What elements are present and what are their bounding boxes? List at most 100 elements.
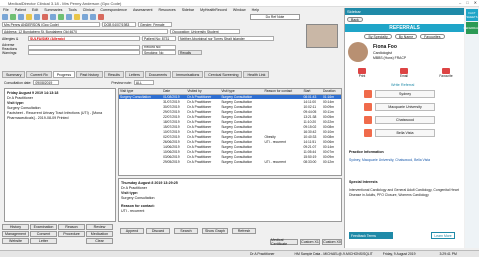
- tab-documents[interactable]: Documents: [144, 71, 172, 78]
- menu-summaries[interactable]: Summaries: [44, 8, 62, 12]
- tab-past-history[interactable]: Past history: [76, 71, 103, 78]
- feedback-terms-link[interactable]: Feedback Terms: [349, 232, 393, 239]
- selected-note-visit-value: Surgery Consultation: [121, 196, 155, 200]
- appointment-book-icon[interactable]: [26, 14, 32, 20]
- print-action[interactable]: Print: [355, 68, 369, 78]
- close-icon[interactable]: ✕: [474, 0, 477, 5]
- allergies-field[interactable]: SULFA/SMX (Allergic): [28, 36, 140, 41]
- tab-favourites[interactable]: Favourites: [420, 34, 445, 39]
- email-action[interactable]: Email: [397, 68, 411, 78]
- referrals-tab[interactable]: REFERRALS: [464, 22, 479, 34]
- warnings-field[interactable]: [28, 50, 140, 55]
- favourite-action[interactable]: Favourite: [439, 68, 453, 78]
- menu-sidebar[interactable]: Sidebar: [182, 8, 194, 12]
- help-icon[interactable]: [98, 14, 104, 20]
- menu-edit[interactable]: Edit: [32, 8, 38, 12]
- write-referral-chatswood[interactable]: Chatswood: [364, 116, 435, 124]
- consultation-bar: Consultation date: 09/08/2019 Preview no…: [4, 80, 154, 85]
- tab-current-rx[interactable]: Current Rx: [26, 71, 52, 78]
- doctor-role: Cardiologist: [373, 51, 392, 55]
- practice-links[interactable]: Sydney, Macquarie University, Chatswood,…: [349, 158, 459, 163]
- reason-button[interactable]: Reason: [58, 224, 85, 230]
- pathology-icon[interactable]: [42, 14, 48, 20]
- menu-tools[interactable]: Tools: [68, 8, 76, 12]
- new-patient-icon[interactable]: [10, 14, 16, 20]
- tab-summary[interactable]: Summary: [2, 71, 26, 78]
- fact-sheets-tab[interactable]: FACT SHEETS: [466, 9, 478, 21]
- custom-x0-button[interactable]: Custom X0: [322, 239, 342, 245]
- maximize-icon[interactable]: □: [466, 0, 468, 5]
- menu-correspondence[interactable]: Correspondence: [100, 8, 127, 12]
- current-note-editor[interactable]: Friday August 9 2019 14:13:18 Dr A Pract…: [4, 88, 116, 222]
- minimize-icon[interactable]: –: [459, 0, 461, 5]
- referrals-title: REFERRALS: [345, 24, 464, 32]
- tab-results[interactable]: Results: [103, 71, 124, 78]
- tab-by-name[interactable]: By Name: [394, 34, 418, 39]
- menu-window[interactable]: Window: [233, 8, 246, 12]
- reactions-field[interactable]: [28, 44, 140, 50]
- table-cell: 00:12m: [322, 159, 334, 164]
- management-button[interactable]: Management: [2, 231, 29, 237]
- recalls-button[interactable]: Recalls: [178, 50, 202, 55]
- selected-visit-note: Thursday August 8 2019 13:29:25 Dr A Pra…: [118, 178, 342, 222]
- menu-myhealthrecord[interactable]: MyHealthRecord: [200, 8, 227, 12]
- examination-button[interactable]: Examination: [30, 224, 57, 230]
- consent-button[interactable]: Consent: [30, 231, 57, 237]
- status-time: 3:29:41 PM: [439, 252, 457, 256]
- prescription-icon[interactable]: [34, 14, 40, 20]
- discard-button[interactable]: Discard: [146, 228, 170, 234]
- tab-letters[interactable]: Letters: [124, 71, 144, 78]
- menu-help[interactable]: Help: [252, 8, 259, 12]
- table-cell: Surgery Consultation: [221, 159, 253, 164]
- doctor-qualifications: MBBS (Hons) FRACP: [373, 56, 407, 60]
- menu-clinical[interactable]: Clinical: [83, 8, 95, 12]
- ethnicity-field: Neither Aboriginal nor Torres Strait Isl…: [178, 36, 274, 41]
- menu-patient[interactable]: Patient: [15, 8, 26, 12]
- write-referral-sydney[interactable]: Sydney: [364, 90, 435, 98]
- calculator-icon[interactable]: [90, 14, 96, 20]
- tab-immunisations[interactable]: Immunisations: [172, 71, 204, 78]
- table-row[interactable]: 29/05/2019 Dr A Practitioner Surgery Consu…: [119, 159, 341, 164]
- patient-name-field[interactable]: Mrs Penny ANDERSON (Gpo Code): [2, 22, 100, 27]
- waiting-room-icon[interactable]: [18, 14, 24, 20]
- clear-button[interactable]: Clear: [86, 238, 113, 244]
- menu-resources[interactable]: Resources: [159, 8, 176, 12]
- write-referral-sydney-label: Sydney: [399, 92, 411, 96]
- patient-details: Mrs Penny ANDERSON (Gpo Code) DOB 04/07/…: [2, 22, 340, 64]
- website-button[interactable]: Website: [2, 238, 29, 244]
- medical-certificate-button[interactable]: Medical Certificate: [270, 238, 298, 246]
- window-title: MedicalDirector Clinical 3.18 - Mrs Penn…: [8, 0, 122, 6]
- back-button[interactable]: Back: [347, 17, 363, 22]
- menu-file[interactable]: File: [3, 8, 9, 12]
- tab-progress[interactable]: Progress: [52, 71, 76, 78]
- open-patient-icon[interactable]: [2, 14, 8, 20]
- practice-info-heading: Practice Information: [349, 150, 384, 154]
- letter-button[interactable]: Letter: [30, 238, 57, 244]
- table-cell: 29/05/2019: [163, 159, 180, 164]
- tab-health-link[interactable]: Health Link: [243, 71, 270, 78]
- inbox-icon[interactable]: [66, 14, 72, 20]
- review-button[interactable]: Review: [86, 224, 113, 230]
- write-referral-macquarie[interactable]: Macquarie University: [364, 103, 435, 111]
- radiology-icon[interactable]: [50, 14, 56, 20]
- refresh-button[interactable]: Refresh: [232, 228, 256, 234]
- ref-note-button[interactable]: Do Ref Note: [250, 14, 300, 20]
- menu-assessment[interactable]: Assessment: [133, 8, 153, 12]
- medication-button[interactable]: Medication: [86, 231, 113, 237]
- letter-icon[interactable]: [58, 14, 64, 20]
- tab-cervical-screening[interactable]: Cervical Screening: [204, 71, 243, 78]
- tab-by-specialty[interactable]: By Specialty: [364, 34, 392, 39]
- custom-x1-button[interactable]: Custom X1: [300, 239, 320, 245]
- append-button[interactable]: Append: [120, 228, 144, 234]
- write-referral-bella-vista[interactable]: Bella Vista: [364, 129, 435, 137]
- preview-note-select[interactable]: ALL: [133, 80, 154, 85]
- search-button[interactable]: Search: [174, 228, 198, 234]
- history-button[interactable]: History: [2, 224, 29, 230]
- recall-icon[interactable]: [74, 14, 80, 20]
- show-graph-button[interactable]: Show Graph: [202, 228, 228, 234]
- consultation-date-field[interactable]: 09/08/2019: [33, 80, 60, 85]
- procedure-button[interactable]: Procedure: [58, 231, 85, 237]
- learn-more-button[interactable]: Learn More: [431, 232, 455, 239]
- print-icon[interactable]: [82, 14, 88, 20]
- status-date: Friday, 9 August 2019: [382, 252, 416, 256]
